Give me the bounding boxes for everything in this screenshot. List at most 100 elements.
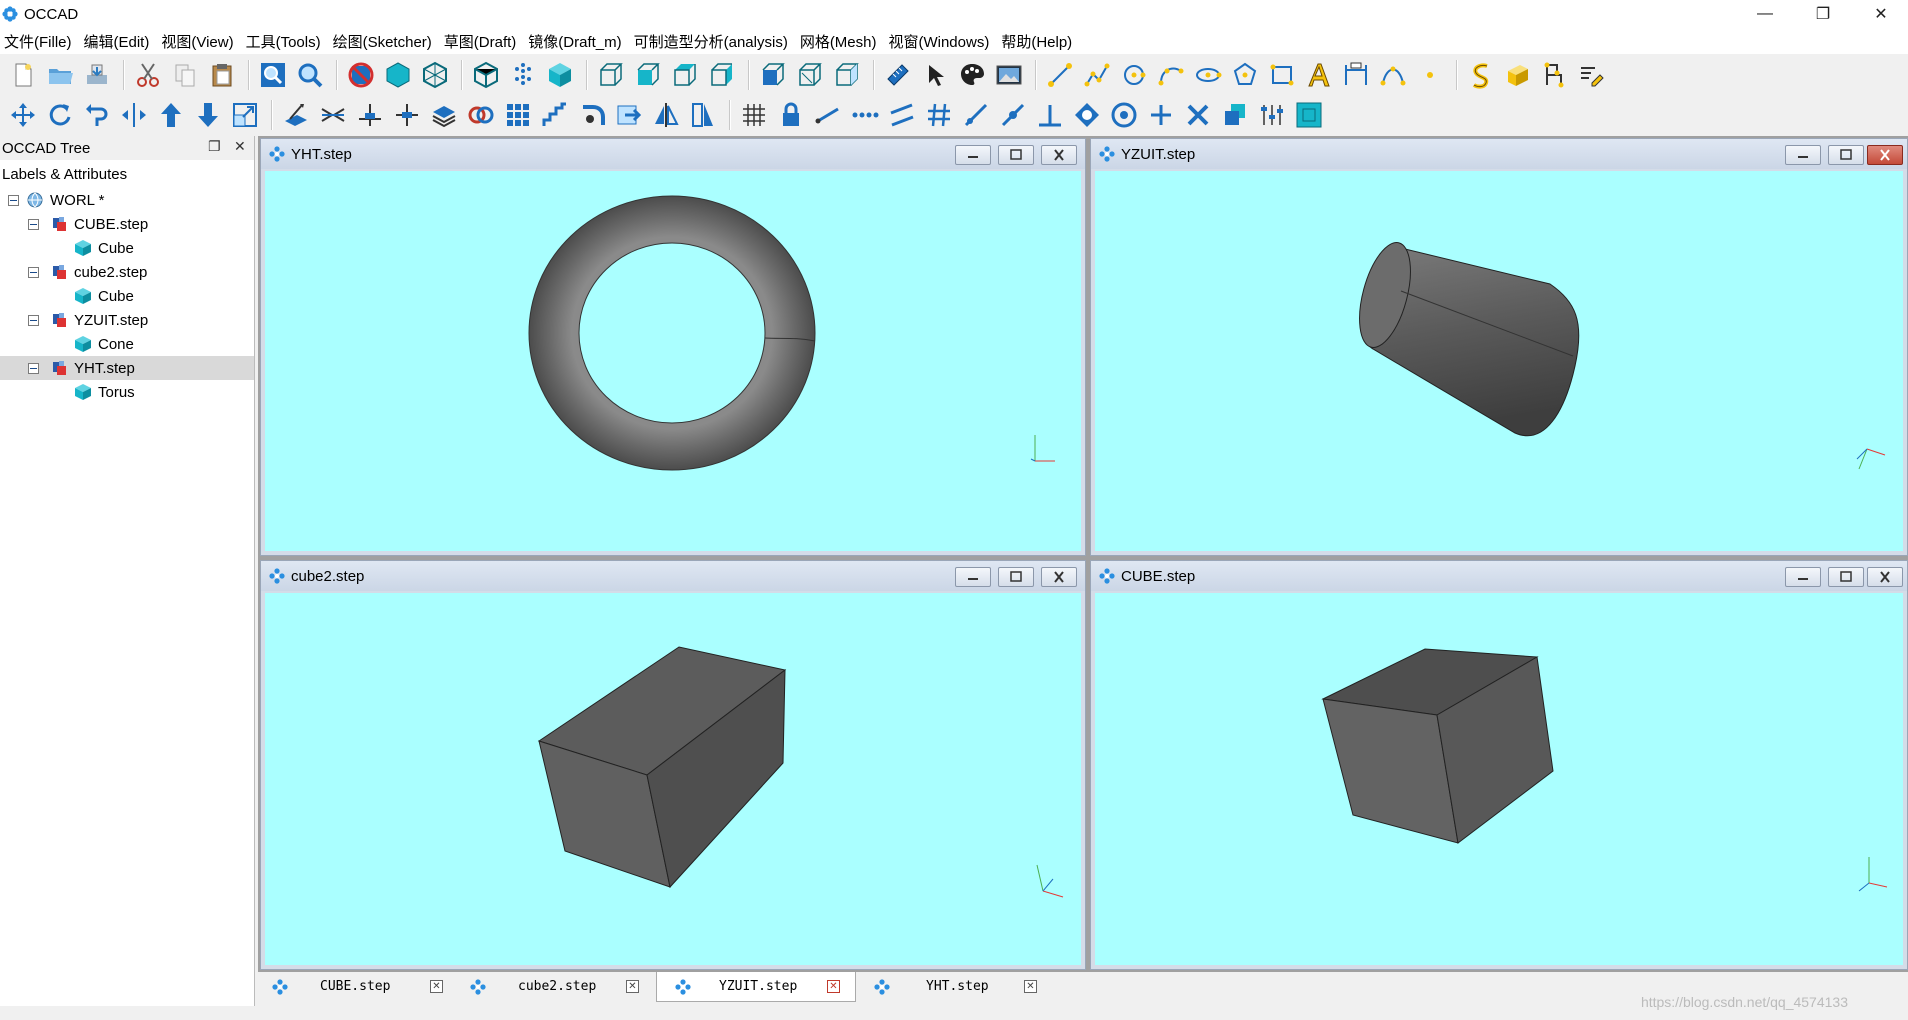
- menu-draft-m[interactable]: 镜像(Draft_m): [524, 31, 629, 52]
- subwindow-close-button[interactable]: [1041, 567, 1077, 587]
- minimize-button[interactable]: —: [1742, 0, 1788, 28]
- hidden-line-icon[interactable]: [469, 58, 503, 92]
- float-icon[interactable]: ❐: [208, 138, 221, 155]
- subwindow-minimize-button[interactable]: [1785, 145, 1821, 165]
- constraint-icon[interactable]: [1255, 98, 1289, 132]
- collapse-toggle-icon[interactable]: [28, 362, 39, 374]
- tab-close-icon[interactable]: ✕: [1024, 980, 1037, 993]
- polygon-icon[interactable]: [1228, 58, 1262, 92]
- dots-icon[interactable]: [848, 98, 882, 132]
- grid-icon[interactable]: [737, 98, 771, 132]
- stairs-icon[interactable]: [538, 98, 572, 132]
- subwindow-caption[interactable]: YZUIT.step: [1091, 139, 1907, 169]
- circle-icon[interactable]: [1117, 58, 1151, 92]
- tree-item[interactable]: YHT.step: [0, 356, 254, 380]
- palette-icon[interactable]: [955, 58, 989, 92]
- tree-item[interactable]: Cube: [0, 284, 254, 308]
- symmetry-icon[interactable]: [649, 98, 683, 132]
- solid-cube-icon[interactable]: [543, 58, 577, 92]
- menu-tools[interactable]: 工具(Tools): [242, 31, 329, 52]
- select-arrow-icon[interactable]: [918, 58, 952, 92]
- copy-shape-icon[interactable]: [1218, 98, 1252, 132]
- collapse-toggle-icon[interactable]: [8, 194, 19, 206]
- skeleton-icon[interactable]: [1538, 58, 1572, 92]
- tab-cube2[interactable]: cube2.step ✕: [458, 972, 654, 1002]
- subwindow-close-button[interactable]: [1041, 145, 1077, 165]
- move-up-icon[interactable]: [154, 98, 188, 132]
- tree-item[interactable]: Torus: [0, 380, 254, 404]
- subwindow-minimize-button[interactable]: [1785, 567, 1821, 587]
- bezier-icon[interactable]: [1376, 58, 1410, 92]
- save-icon[interactable]: [80, 58, 114, 92]
- zoom-window-icon[interactable]: [256, 58, 290, 92]
- subwindow-maximize-button[interactable]: [998, 145, 1034, 165]
- mirror-icon[interactable]: [117, 98, 151, 132]
- edit-icon[interactable]: [1575, 58, 1609, 92]
- viewport-3d[interactable]: [1095, 593, 1903, 965]
- link-icon[interactable]: [811, 98, 845, 132]
- export-icon[interactable]: [612, 98, 646, 132]
- dock-close-icon[interactable]: ✕: [234, 138, 246, 155]
- snap-box-icon[interactable]: [1292, 98, 1326, 132]
- paste-icon[interactable]: [205, 58, 239, 92]
- subwindow-close-button[interactable]: [1867, 145, 1903, 165]
- rectangle-icon[interactable]: [1265, 58, 1299, 92]
- menu-help[interactable]: 帮助(Help): [997, 31, 1080, 52]
- no-display-icon[interactable]: [344, 58, 378, 92]
- tab-cube[interactable]: CUBE.step ✕: [260, 972, 456, 1002]
- wireframe-icon[interactable]: [418, 58, 452, 92]
- perpendicular-icon[interactable]: [1033, 98, 1067, 132]
- dimension-icon[interactable]: [1339, 58, 1373, 92]
- close-button[interactable]: ✕: [1858, 0, 1904, 28]
- scale-icon[interactable]: [228, 98, 262, 132]
- fillet-icon[interactable]: [575, 98, 609, 132]
- menu-file[interactable]: 文件(Fille): [0, 31, 80, 52]
- measure-icon[interactable]: [881, 58, 915, 92]
- copy-icon[interactable]: [168, 58, 202, 92]
- ellipse-icon[interactable]: [1191, 58, 1225, 92]
- line-tool-icon[interactable]: [959, 98, 993, 132]
- subwindow-caption[interactable]: cube2.step: [261, 561, 1085, 591]
- cross-icon[interactable]: [1181, 98, 1215, 132]
- subwindow-caption[interactable]: CUBE.step: [1091, 561, 1907, 591]
- collapse-toggle-icon[interactable]: [28, 266, 39, 278]
- tree-item[interactable]: WORL *: [0, 188, 254, 212]
- new-file-icon[interactable]: [6, 58, 40, 92]
- menu-draft[interactable]: 草图(Draft): [440, 31, 525, 52]
- menu-mesh[interactable]: 网格(Mesh): [796, 31, 885, 52]
- viewport-3d[interactable]: [265, 171, 1081, 551]
- rotate-icon[interactable]: [43, 98, 77, 132]
- subwindow-cube[interactable]: CUBE.step: [1090, 560, 1908, 970]
- tab-yht[interactable]: YHT.step ✕: [858, 972, 1054, 1002]
- subwindow-maximize-button[interactable]: [1828, 567, 1864, 587]
- shaded-icon[interactable]: [381, 58, 415, 92]
- extrude-icon[interactable]: [279, 98, 313, 132]
- layers-icon[interactable]: [427, 98, 461, 132]
- parallel-icon[interactable]: [885, 98, 919, 132]
- view-front-icon[interactable]: [594, 58, 628, 92]
- collapse-toggle-icon[interactable]: [28, 218, 39, 230]
- array-icon[interactable]: [501, 98, 535, 132]
- face-icon[interactable]: [1501, 58, 1535, 92]
- tree-item[interactable]: YZUIT.step: [0, 308, 254, 332]
- restore-button[interactable]: ❐: [1800, 0, 1846, 28]
- trim-icon[interactable]: [316, 98, 350, 132]
- wedge-icon[interactable]: [686, 98, 720, 132]
- spline-icon[interactable]: [1464, 58, 1498, 92]
- split-minus-icon[interactable]: [390, 98, 424, 132]
- polyline-icon[interactable]: [1080, 58, 1114, 92]
- image-icon[interactable]: [992, 58, 1026, 92]
- menu-windows[interactable]: 视窗(Windows): [884, 31, 997, 52]
- collapse-toggle-icon[interactable]: [28, 314, 39, 326]
- arc-icon[interactable]: [1154, 58, 1188, 92]
- menu-sketcher[interactable]: 绘图(Sketcher): [329, 31, 440, 52]
- subwindow-close-button[interactable]: [1867, 567, 1903, 587]
- subwindow-yht[interactable]: YHT.step: [260, 138, 1086, 556]
- tree-item[interactable]: CUBE.step: [0, 212, 254, 236]
- cut-icon[interactable]: [131, 58, 165, 92]
- menu-view[interactable]: 视图(View): [157, 31, 241, 52]
- points-icon[interactable]: [506, 58, 540, 92]
- tree-item[interactable]: Cube: [0, 236, 254, 260]
- subwindow-cube2[interactable]: cube2.step: [260, 560, 1086, 970]
- view-left-icon[interactable]: [756, 58, 790, 92]
